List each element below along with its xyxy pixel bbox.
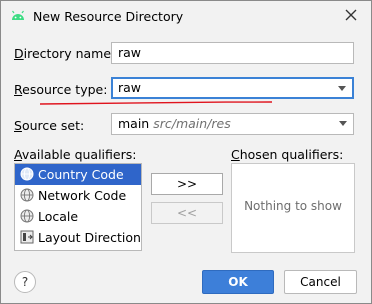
- chosen-qualifiers-list[interactable]: Nothing to show: [231, 163, 355, 253]
- annotation-underline: [39, 101, 273, 105]
- list-item-locale[interactable]: Locale: [15, 206, 141, 227]
- directory-name-label: Directory name:: [14, 46, 116, 61]
- list-item-label: Country Code: [38, 167, 124, 182]
- source-set-label: Source set:: [14, 118, 85, 133]
- ok-button[interactable]: OK: [202, 270, 274, 294]
- source-set-path: src/main/res: [153, 116, 231, 131]
- title-bar: New Resource Directory: [1, 1, 371, 31]
- dialog-title: New Resource Directory: [33, 9, 184, 24]
- globe-icon: [20, 209, 34, 223]
- available-qualifiers-label: Available qualifiers:: [14, 147, 137, 162]
- list-item-country-code[interactable]: Country Code: [15, 164, 141, 185]
- list-item-label: Network Code: [38, 188, 127, 203]
- chevron-down-icon: [338, 86, 346, 91]
- close-icon[interactable]: [341, 5, 361, 25]
- list-item-label: Layout Direction: [38, 230, 141, 245]
- layout-direction-icon: [20, 230, 34, 244]
- android-icon: [12, 10, 24, 20]
- available-qualifiers-list[interactable]: Country Code Network Code Locale Layout …: [14, 163, 142, 251]
- chosen-empty-text: Nothing to show: [244, 199, 342, 213]
- chevron-down-icon: [339, 121, 347, 126]
- directory-name-value: raw: [118, 45, 142, 60]
- new-resource-directory-dialog: New Resource Directory Directory name: r…: [0, 0, 372, 304]
- remove-qualifier-button[interactable]: <<: [151, 202, 223, 224]
- list-item-network-code[interactable]: Network Code: [15, 185, 141, 206]
- resource-type-dropdown[interactable]: raw: [111, 77, 354, 99]
- add-qualifier-button[interactable]: >>: [151, 173, 223, 195]
- chosen-qualifiers-label: Chosen qualifiers:: [231, 147, 344, 162]
- source-set-dropdown[interactable]: main src/main/res: [111, 113, 354, 135]
- source-set-value: main: [118, 116, 150, 131]
- list-item-layout-direction[interactable]: Layout Direction: [15, 227, 141, 248]
- network-icon: [20, 188, 34, 202]
- directory-name-field[interactable]: raw: [111, 42, 354, 64]
- resource-type-label: Resource type:: [14, 82, 108, 97]
- globe-icon: [20, 167, 34, 181]
- help-button[interactable]: ?: [14, 271, 36, 293]
- list-item-label: Locale: [38, 209, 79, 224]
- cancel-button[interactable]: Cancel: [284, 270, 357, 294]
- resource-type-value: raw: [118, 80, 142, 95]
